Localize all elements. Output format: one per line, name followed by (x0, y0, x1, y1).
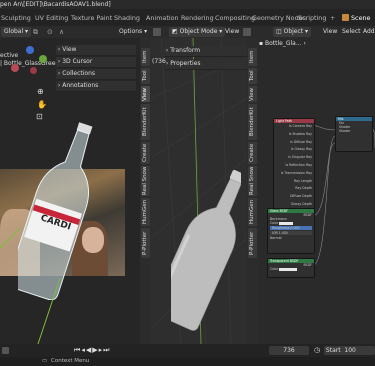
tab-shading[interactable]: Shading (114, 12, 140, 24)
transparent-color-swatch[interactable] (279, 267, 298, 271)
mix-row-shader-2: Shader (339, 129, 351, 134)
timeline-editor-icon[interactable] (2, 347, 9, 354)
editors-header-row: Global ▾ ⧉ ⊙ ∧ Options ▾ ◩ Object Mode ▾… (0, 26, 375, 38)
light-path-output-row: Ray Depth (295, 186, 312, 191)
bottle-3d-model (171, 169, 241, 331)
tab-blenderkit[interactable]: BlenderKit (141, 104, 150, 140)
tab-real-snow[interactable]: Real Snow (141, 166, 150, 196)
object-type-icon: ◫ (276, 28, 282, 35)
viewport-tab-blenderkit[interactable]: BlenderKit (248, 104, 257, 140)
light-path-output-row: Is Shadow Ray (288, 131, 312, 136)
tab-p-plotter[interactable]: P-Plotter (141, 228, 150, 258)
glass-row-normal: Normal (270, 236, 282, 241)
tab-texture-paint[interactable]: Texture Paint (71, 12, 112, 24)
node-mix-shader[interactable]: Mix Fac Shader Shader (335, 116, 373, 152)
panel-properties[interactable]: › Properties (164, 59, 247, 70)
context-menu-hint: Context Menu (51, 358, 90, 364)
node-transparent-bsdf[interactable]: Transparent BSDF BSDF Color (267, 258, 315, 278)
start-frame-field[interactable]: Start 100 (324, 346, 375, 355)
playback-controls: ⏮◂◀▶▸⏭ (74, 346, 110, 355)
origin-line (0, 227, 61, 344)
editor-type-icon[interactable] (153, 28, 161, 36)
viewport-tab-tool[interactable]: Tool (248, 68, 257, 84)
3d-viewport[interactable]: › Transform › Properties (736 (151, 38, 247, 344)
tab-view[interactable]: View (141, 86, 150, 102)
viewport-sidebar-tabs: Item Tool View BlenderKit Create Real Sn… (247, 38, 259, 344)
add-workspace-button[interactable]: + (330, 12, 335, 24)
light-path-output-row: Is Singular Ray (288, 155, 312, 160)
link-icon[interactable]: ⧉ (33, 28, 38, 36)
tab-uv-editing[interactable]: UV Editing (35, 12, 68, 24)
scene-icon[interactable] (342, 14, 349, 21)
image-editor-sidebar-tabs: Item Tool View BlenderKit Create Real Sn… (140, 38, 151, 344)
viewport-tab-create[interactable]: Create (248, 142, 257, 164)
scene-selector[interactable]: Scene (351, 12, 370, 24)
glass-row-ior[interactable]: IOR 1.450 (270, 230, 312, 236)
light-path-output-row: Is Transmission Ray (280, 170, 312, 175)
tab-item[interactable]: Item (141, 48, 150, 66)
tab-rendering[interactable]: Rendering (181, 12, 214, 24)
options-menu[interactable]: Options ▾ (119, 27, 147, 37)
object-mode-icon: ◩ (172, 28, 178, 35)
tab-tool[interactable]: Tool (141, 68, 150, 84)
workspace-tabs-bar: Sculpting UV Editing Texture Paint Shadi… (0, 9, 375, 26)
glass-color-swatch[interactable] (279, 221, 294, 225)
light-path-output-row: Ray Length (294, 178, 312, 183)
node-glass-bsdf[interactable]: Glass BSDF BSDF Beckmann Color Roughness… (267, 208, 315, 254)
shader-node-editor[interactable]: ▪ Bottle_Gla... › Light Path Is Camera R… (259, 38, 375, 344)
viewport-tab-p-plotter[interactable]: P-Plotter (248, 228, 257, 258)
orientation-dropdown[interactable]: Global ▾ (1, 27, 32, 37)
object-dropdown[interactable]: ◫ Object ▾ (273, 27, 312, 37)
tab-animation[interactable]: Animation (146, 12, 179, 24)
viewport-tab-view[interactable]: View (248, 86, 257, 102)
window-title-bar: pen An\[EDIT]\BacardisAOAV1.blend] (0, 0, 375, 9)
viewport-tab-real-snow[interactable]: Real Snow (248, 166, 257, 196)
stopwatch-icon[interactable]: ◷ (314, 346, 320, 354)
viewport-tab-humgen[interactable]: HumGen (248, 198, 257, 226)
light-path-output-row: Is Camera Ray (288, 124, 312, 128)
node-view-menu[interactable]: View (323, 27, 337, 37)
current-frame-field[interactable]: 736 (269, 346, 309, 355)
frame-display: (736 (152, 58, 166, 65)
jump-end-icon[interactable]: ⏭ (103, 346, 110, 354)
window-title: pen An\[EDIT]\BacardisAOAV1.blend] (0, 1, 111, 8)
viewport-tab-item[interactable]: Item (248, 48, 257, 66)
overlay-icon[interactable]: ∧ (59, 28, 64, 36)
node-select-menu[interactable]: Select (342, 27, 361, 37)
node-add-menu[interactable]: Add (363, 27, 375, 37)
panel-transform[interactable]: › Transform (164, 46, 247, 57)
image-editor-area[interactable]: ective | Bottle_GlassGreen_0 ⊕ ✋ ⊡ › Vie… (0, 38, 148, 344)
light-path-output-row: Diffuse Depth (290, 194, 312, 199)
light-path-output-row: Is Diffuse Ray (290, 139, 312, 144)
light-path-output-row: Is Glossy Ray (290, 147, 312, 152)
light-path-output-row: Is Reflection Ray (285, 162, 312, 167)
tab-scripting[interactable]: Scripting (298, 12, 326, 24)
glass-row-roughness[interactable]: Roughness 0.000 (270, 225, 312, 230)
node-editor-icon[interactable] (243, 28, 251, 36)
transparent-row-color[interactable]: Color (268, 267, 314, 271)
snap-icon[interactable]: ⊙ (47, 28, 53, 36)
timeline-bar: ⏮◂◀▶▸⏭ 736 ◷ Start 100 (0, 344, 375, 357)
tab-create[interactable]: Create (141, 142, 150, 164)
status-bar: ▭ Context Menu (0, 357, 375, 366)
object-mode-dropdown[interactable]: ◩ Object Mode ▾ (169, 27, 226, 37)
viewport-view-menu[interactable]: View (225, 27, 239, 37)
tab-sculpting[interactable]: Sculpting (1, 12, 31, 24)
mouse-right-icon: ▭ (42, 358, 48, 364)
tab-humgen[interactable]: HumGen (141, 198, 150, 226)
tab-compositing[interactable]: Compositing (215, 12, 255, 24)
